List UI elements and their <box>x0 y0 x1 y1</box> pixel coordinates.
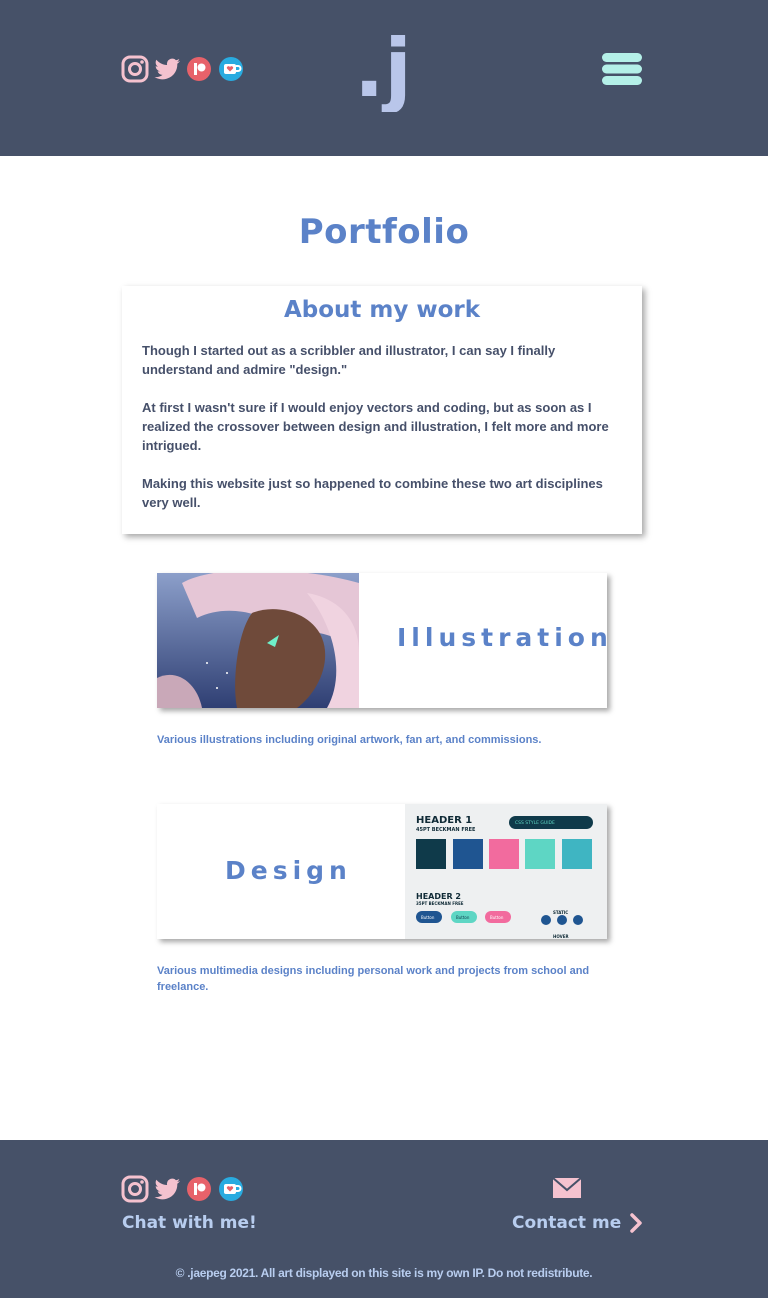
page-title: Portfolio <box>298 212 470 252</box>
svg-text:STATIC: STATIC <box>553 910 568 915</box>
footer-social-links <box>120 1174 246 1204</box>
patreon-icon[interactable] <box>184 54 214 84</box>
instagram-icon[interactable] <box>120 1174 150 1204</box>
svg-text:Button: Button <box>456 915 470 920</box>
contact-link[interactable]: Contact me <box>512 1212 643 1234</box>
instagram-icon[interactable] <box>120 54 150 84</box>
twitter-icon[interactable] <box>152 1174 182 1204</box>
patreon-icon[interactable] <box>184 1174 214 1204</box>
svg-text:35PT BECKMAN FREE: 35PT BECKMAN FREE <box>416 901 464 906</box>
svg-text:45PT BECKMAN FREE: 45PT BECKMAN FREE <box>416 827 476 833</box>
about-paragraph: Though I started out as a scribbler and … <box>142 343 556 377</box>
chat-label: Chat with me! <box>122 1213 257 1233</box>
about-paragraph: At first I wasn't sure if I would enjoy … <box>142 400 609 453</box>
header-social-links <box>120 54 246 84</box>
about-paragraph: Making this website just so happened to … <box>142 476 603 510</box>
illustration-thumbnail <box>157 573 359 708</box>
kofi-icon[interactable] <box>216 1174 246 1204</box>
copyright-text: © .jaepeg 2021. All art displayed on thi… <box>175 1266 593 1280</box>
svg-text:Button: Button <box>421 915 435 920</box>
chevron-right-icon <box>630 1213 642 1233</box>
site-logo[interactable]: .j <box>352 26 416 112</box>
svg-text:Button: Button <box>490 915 504 920</box>
svg-text:HOVER: HOVER <box>553 934 569 939</box>
design-description: Various multimedia designs including per… <box>157 965 590 993</box>
illustration-card[interactable]: Illustration <box>157 573 607 708</box>
illustration-card-label: Illustration <box>397 623 607 652</box>
design-card[interactable]: Design HEADER 1 45PT BECKMAN FREE CSS ST… <box>157 804 607 939</box>
twitter-icon[interactable] <box>152 54 182 84</box>
about-heading: About my work <box>283 297 481 323</box>
illustration-description: Various illustrations including original… <box>157 734 542 746</box>
svg-text:HEADER 2: HEADER 2 <box>416 892 461 901</box>
svg-text:.j: .j <box>354 26 412 112</box>
contact-label: Contact me <box>512 1213 622 1233</box>
hamburger-menu-icon[interactable] <box>602 52 642 86</box>
design-card-label: Design <box>225 856 352 885</box>
svg-text:HEADER 1: HEADER 1 <box>416 815 472 826</box>
kofi-icon[interactable] <box>216 54 246 84</box>
design-style-guide-thumbnail: HEADER 1 45PT BECKMAN FREE CSS STYLE GUI… <box>405 804 607 939</box>
mail-icon[interactable] <box>552 1177 582 1199</box>
svg-text:CSS STYLE GUIDE: CSS STYLE GUIDE <box>515 820 555 826</box>
about-card: About my work Though I started out as a … <box>122 286 642 534</box>
